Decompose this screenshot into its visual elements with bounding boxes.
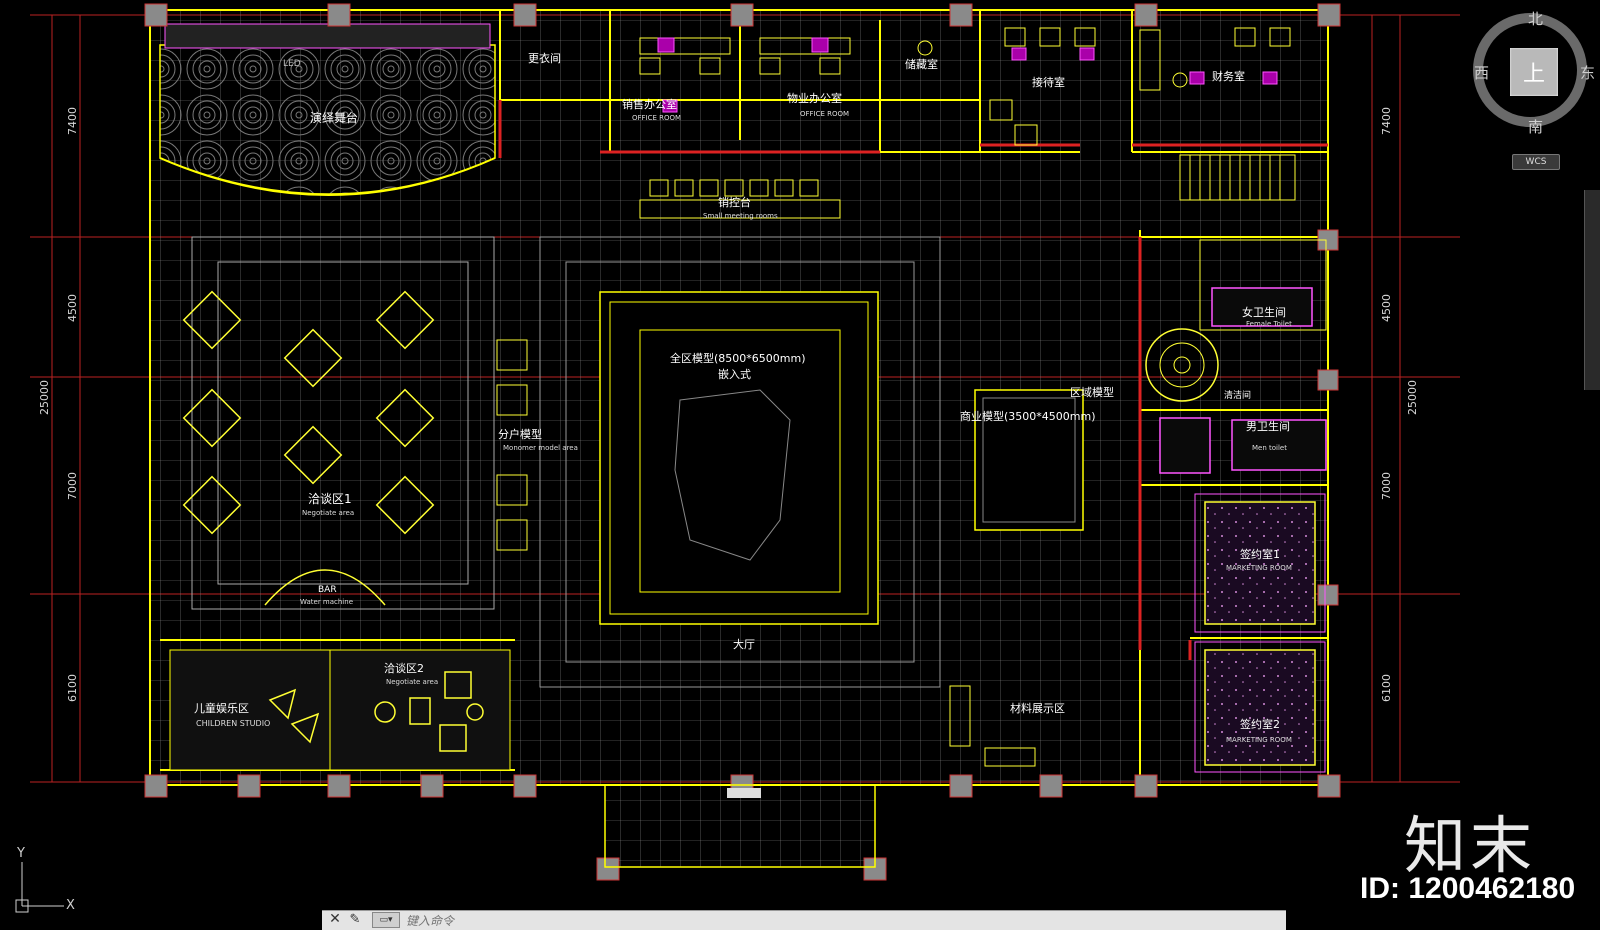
- label-small-meeting: Small meeting rooms: [703, 212, 778, 220]
- ucs-x-label: X: [66, 898, 75, 913]
- label-male-toilet: 男卫生间: [1246, 419, 1290, 433]
- label-unit-model-en: Monomer model area: [503, 444, 578, 452]
- close-icon[interactable]: ✕: [326, 910, 344, 929]
- dim-right-4: 6100: [1380, 674, 1393, 702]
- label-cleaning: 清洁间: [1224, 389, 1251, 401]
- wcs-dropdown[interactable]: WCS: [1512, 154, 1560, 170]
- label-male-toilet-en: Men toilet: [1252, 444, 1287, 452]
- label-negotiate2: 洽谈区2: [384, 662, 424, 675]
- label-sign1: 签约室1: [1240, 547, 1280, 561]
- dim-left-total: 25000: [38, 380, 51, 415]
- dim-right-1: 7400: [1380, 107, 1393, 135]
- label-children: 儿童娱乐区: [194, 701, 249, 715]
- label-unit-model: 分户模型: [498, 427, 542, 441]
- entrance-mat: [727, 788, 761, 798]
- viewcube-west[interactable]: 西: [1474, 62, 1489, 83]
- sign-room-2: [1204, 649, 1316, 766]
- label-bar: BAR: [318, 585, 337, 595]
- label-storage: 储藏室: [905, 57, 938, 71]
- label-children-en: CHILDREN STUDIO: [196, 719, 270, 728]
- sign-room-1: [1204, 501, 1316, 625]
- label-sales-office: 销售办公室: [622, 97, 677, 111]
- label-commercial-model: 商业模型(3500*4500mm): [960, 409, 1096, 423]
- label-led: LED: [283, 59, 301, 69]
- label-property-office: 物业办公室: [787, 91, 842, 105]
- label-master-model: 全区模型(8500*6500mm): [670, 351, 806, 365]
- dim-right-total: 25000: [1406, 380, 1419, 415]
- label-hall: 大厅: [733, 637, 755, 651]
- ucs-y-label: Y: [17, 846, 25, 861]
- label-sales-desk: 销控台: [718, 195, 751, 209]
- command-prompt-icon[interactable]: ▭▾: [372, 912, 400, 928]
- viewcube-north[interactable]: 北: [1528, 8, 1543, 29]
- dim-left-4: 6100: [66, 674, 79, 702]
- label-office-room: OFFICE ROOM: [632, 114, 681, 122]
- label-material: 材料展示区: [1010, 701, 1065, 715]
- dim-left-3: 7000: [66, 472, 79, 500]
- label-negotiate2-en: Negotiate area: [386, 678, 438, 686]
- ucs-icon: [15, 862, 64, 913]
- cad-drawing-canvas[interactable]: 7400 4500 7000 6100 25000 7400 4500 7000…: [0, 0, 1600, 929]
- label-water: Water machine: [300, 598, 353, 606]
- navigation-bar-tab[interactable]: [1584, 190, 1600, 390]
- label-female-toilet-en: Female Toilet: [1246, 320, 1292, 328]
- command-input[interactable]: [404, 911, 1278, 930]
- viewcube-east[interactable]: 东: [1580, 62, 1595, 83]
- brand-id: ID: 1200462180: [1360, 872, 1576, 905]
- wrench-icon[interactable]: ✎: [346, 910, 364, 929]
- cleaning-room: [1159, 417, 1211, 474]
- label-changing: 更衣间: [528, 51, 561, 65]
- label-embedded: 嵌入式: [718, 368, 751, 381]
- label-negotiate-area: Negotiate area: [302, 509, 354, 517]
- dim-left-2: 4500: [66, 294, 79, 322]
- viewcube-top-face[interactable]: 上: [1510, 48, 1558, 96]
- label-zone-model: 区域模型: [1070, 385, 1114, 399]
- label-office-room-2: OFFICE ROOM: [800, 110, 849, 118]
- label-finance: 财务室: [1212, 69, 1245, 83]
- led-screen: [164, 23, 491, 49]
- viewcube-south[interactable]: 南: [1528, 116, 1543, 137]
- label-sign2: 签约室2: [1240, 717, 1280, 731]
- label-sign2-en: MARKETING ROOM: [1226, 736, 1292, 744]
- dim-right-3: 7000: [1380, 472, 1393, 500]
- label-female-toilet: 女卫生间: [1242, 305, 1286, 319]
- label-sign1-en: MARKETING ROOM: [1226, 564, 1292, 572]
- dim-right-2: 4500: [1380, 294, 1393, 322]
- dim-left-1: 7400: [66, 107, 79, 135]
- label-negotiate1: 洽谈区1: [308, 492, 352, 506]
- label-stage: 演绎舞台: [310, 110, 358, 125]
- label-reception: 接待室: [1032, 75, 1065, 89]
